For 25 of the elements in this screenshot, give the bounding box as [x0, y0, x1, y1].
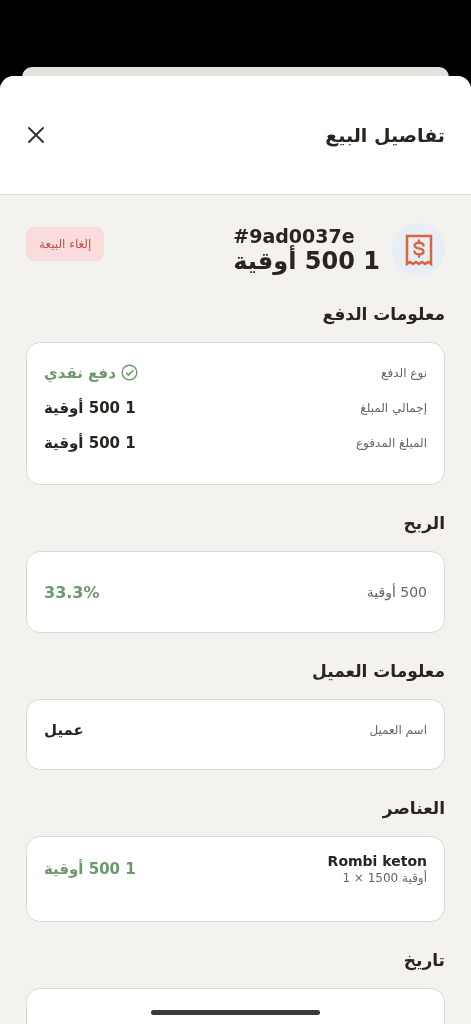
amount-value: 1 500 أوقية: [44, 433, 136, 452]
field-label: إجمالي المبلغ: [360, 400, 427, 415]
close-button[interactable]: [26, 125, 46, 145]
close-icon: [26, 125, 46, 145]
item-quantity-price: أوقية 1500 × 1: [341, 871, 427, 885]
field-label: نوع الدفع: [381, 365, 427, 380]
section-heading: معلومات الدفع: [321, 304, 445, 324]
cancel-sale-button[interactable]: إلغاء البيعة: [26, 226, 105, 261]
profit-amount: 500 أوقية: [366, 584, 427, 600]
sheet-title: تفاصيل البيع: [325, 124, 445, 146]
section-heading: الربح: [402, 513, 445, 533]
section-heading: العناصر: [381, 798, 445, 818]
section-heading: معلومات العميل: [311, 661, 445, 681]
item-total: 1 500 أوقية: [44, 860, 136, 878]
field-label: اسم العميل: [369, 722, 427, 737]
field-label: المبلغ المدفوع: [355, 435, 427, 450]
payment-method: دفع نقدي: [44, 363, 116, 382]
sale-total: 1 500 أوقية: [233, 246, 380, 275]
item-name: Rombi keton: [327, 853, 427, 869]
receipt-icon: [392, 223, 445, 276]
amount-value: 1 500 أوقية: [44, 398, 136, 417]
profit-percent: 33.3%: [44, 582, 100, 602]
section-heading: تاريخ: [402, 950, 445, 970]
check-circle-icon: [120, 364, 138, 381]
customer-name: عميل: [44, 720, 84, 739]
